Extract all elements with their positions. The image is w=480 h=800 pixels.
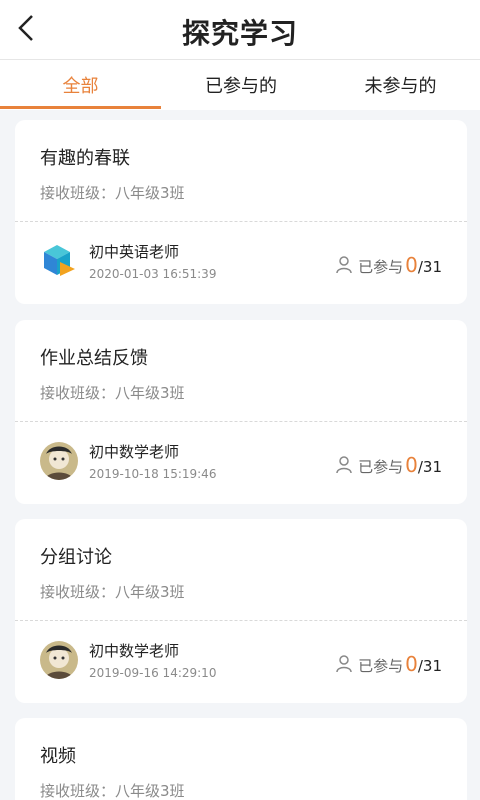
participation-count: 已参与 0 /31: [336, 253, 442, 277]
activity-card[interactable]: 视频 接收班级：八年级3班: [15, 718, 467, 800]
card-title: 视频: [40, 746, 76, 767]
card-title: 分组讨论: [40, 547, 112, 568]
participation-count: 已参与 0 /31: [336, 652, 442, 676]
tab-not-participated[interactable]: 未参与的: [321, 60, 480, 110]
cube-logo-icon: [40, 242, 78, 280]
teacher-avatar: [40, 442, 78, 480]
total-count: /31: [417, 458, 442, 476]
participated-count: 0: [405, 453, 418, 477]
activity-card[interactable]: 分组讨论 接收班级：八年级3班 初中数学老师 2019-09-16 14:29:…: [15, 519, 467, 703]
post-time: 2020-01-03 16:51:39: [89, 267, 217, 281]
user-icon: [336, 256, 352, 274]
total-count: /31: [417, 258, 442, 276]
user-icon: [336, 456, 352, 474]
card-title: 作业总结反馈: [40, 348, 148, 369]
teacher-name: 初中数学老师: [89, 443, 180, 461]
participated-label: 已参与: [358, 258, 404, 276]
app-header: 探究学习: [0, 0, 480, 60]
card-class-label: 接收班级：八年级3班: [40, 782, 185, 800]
card-divider: [15, 221, 467, 222]
card-title: 有趣的春联: [40, 148, 130, 169]
activity-card[interactable]: 作业总结反馈 接收班级：八年级3班 初中数学老师 2019-10-18 15:1…: [15, 320, 467, 504]
card-class-label: 接收班级：八年级3班: [40, 583, 185, 601]
page-title: 探究学习: [181, 17, 298, 50]
participated-count: 0: [405, 652, 418, 676]
post-time: 2019-09-16 14:29:10: [89, 666, 217, 680]
participated-count: 0: [405, 253, 418, 277]
tab-bar: 全部 已参与的 未参与的: [0, 60, 480, 110]
tab-all[interactable]: 全部: [0, 60, 161, 110]
active-tab-indicator: [0, 106, 161, 109]
total-count: /31: [417, 657, 442, 675]
activity-card[interactable]: 有趣的春联 接收班级：八年级3班 初中英语老师 2020-01-03 16:51…: [15, 120, 467, 304]
card-class-label: 接收班级：八年级3班: [40, 184, 185, 202]
post-time: 2019-10-18 15:19:46: [89, 467, 217, 481]
card-divider: [15, 421, 467, 422]
card-class-label: 接收班级：八年级3班: [40, 384, 185, 402]
teacher-name: 初中数学老师: [89, 642, 180, 660]
user-icon: [336, 655, 352, 673]
teacher-name: 初中英语老师: [89, 243, 180, 261]
participated-label: 已参与: [358, 657, 404, 675]
teacher-avatar: [40, 641, 78, 679]
participated-label: 已参与: [358, 458, 404, 476]
card-divider: [15, 620, 467, 621]
participation-count: 已参与 0 /31: [336, 453, 442, 477]
tab-participated[interactable]: 已参与的: [161, 60, 321, 110]
